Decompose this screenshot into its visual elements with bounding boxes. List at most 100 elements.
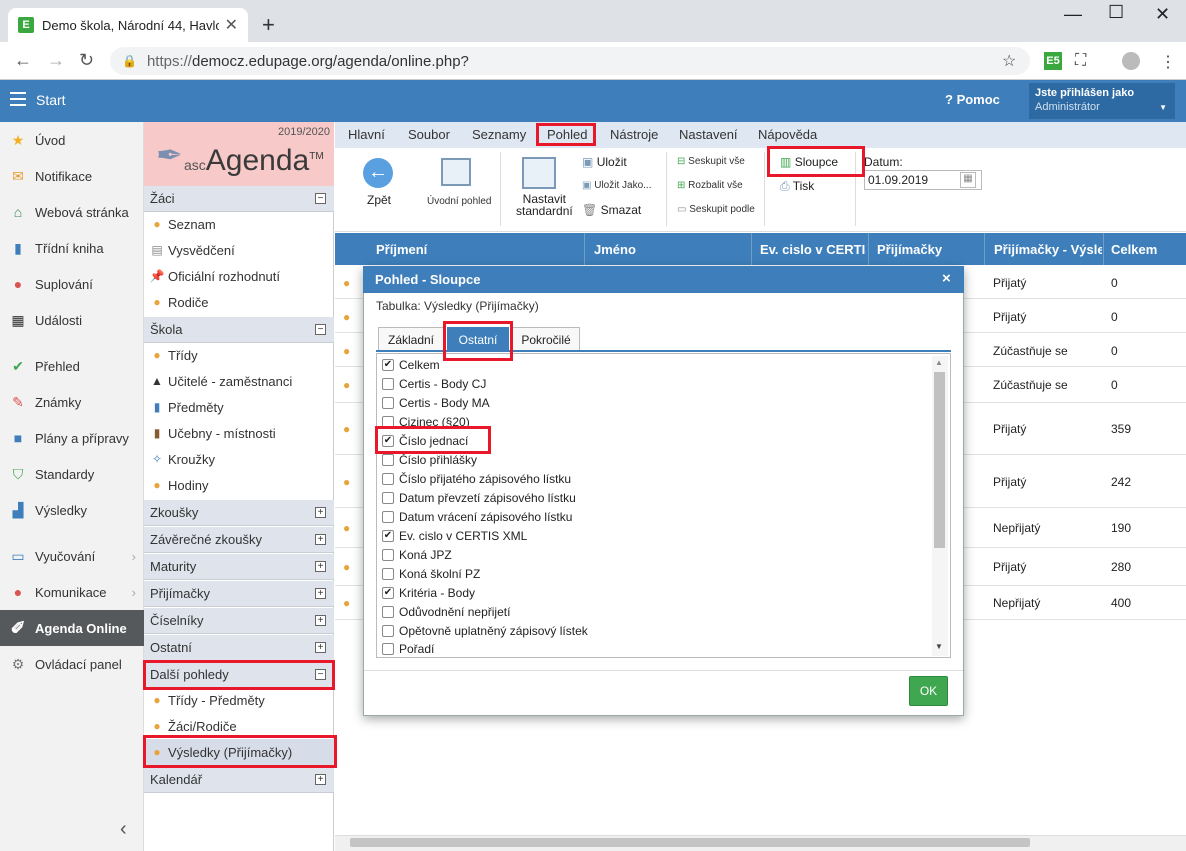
item-rodice[interactable]: ● Rodiče <box>144 289 334 315</box>
item-hodiny[interactable]: ● Hodiny <box>144 472 334 498</box>
nav-item-plany[interactable]: ■ Plány a přípravy <box>0 420 144 456</box>
calendar-picker-icon[interactable]: ▦ <box>960 172 976 188</box>
checkbox[interactable] <box>382 642 394 655</box>
scroll-up-icon[interactable]: ▲ <box>935 358 943 367</box>
extension-icon[interactable]: E5 <box>1044 52 1062 70</box>
checkbox[interactable] <box>382 605 394 618</box>
item-seznam[interactable]: ● Seznam <box>144 211 334 237</box>
col-prijimacky[interactable]: Přijímačky <box>877 242 942 257</box>
nav-item-notifikace[interactable]: ✉ Notifikace <box>0 158 144 194</box>
checkbox[interactable]: ✔ <box>382 434 394 447</box>
nav-item-vyucovani[interactable]: ▭ Vyučování › <box>0 538 144 574</box>
menu-seznamy[interactable]: Seznamy <box>472 127 526 142</box>
minimize-icon[interactable]: — <box>1064 4 1082 25</box>
column-option[interactable]: ✔ Číslo jednací <box>382 431 468 450</box>
item-ucebny[interactable]: ▮ Učebny - místnosti <box>144 420 334 446</box>
new-tab-icon[interactable]: + <box>262 12 275 38</box>
tab-pokrocile[interactable]: Pokročilé <box>512 327 580 351</box>
user-account-box[interactable]: Jste přihlášen jako Administrátor ▼ <box>1029 83 1175 119</box>
nav-item-ovladaci-panel[interactable]: ⚙ Ovládací panel <box>0 646 144 682</box>
column-option[interactable]: Odůvodnění nepřijetí <box>382 602 510 621</box>
nav-item-prehled[interactable]: ✔ Přehled <box>0 348 144 384</box>
item-tridy-predmety[interactable]: ● Třídy - Předměty <box>144 687 334 713</box>
seskupit-vse-button[interactable]: ⊟ Seskupit vše <box>677 156 745 167</box>
checkbox[interactable]: ✔ <box>382 358 394 371</box>
browser-menu-icon[interactable]: ⋮ <box>1160 52 1176 72</box>
section-zaverecne-zkousky[interactable]: Závěrečné zkoušky + <box>144 527 334 553</box>
vertical-scroll-thumb[interactable] <box>934 372 945 548</box>
screenshot-extension-icon[interactable]: ⛶ <box>1075 52 1086 70</box>
item-predmety[interactable]: ▮ Předměty <box>144 394 334 420</box>
nav-item-vysledky[interactable]: ▟ Výsledky <box>0 492 144 528</box>
column-option[interactable]: Koná JPZ <box>382 545 452 564</box>
back-icon[interactable]: ← <box>14 50 32 71</box>
smazat-button[interactable]: 🗑 Smazat <box>582 203 641 217</box>
column-option[interactable]: Číslo přihlášky <box>382 450 477 469</box>
tisk-button[interactable]: ⎙ Tisk <box>780 179 814 194</box>
ulozit-button[interactable]: ▣ Uložit <box>582 155 627 169</box>
item-ucitele[interactable]: ▲ Učitelé - zaměstnanci <box>144 368 334 394</box>
close-tab-icon[interactable]: ✕ <box>225 15 238 35</box>
nav-item-udalosti[interactable]: ▦ Události <box>0 302 144 338</box>
section-skola[interactable]: Škola − <box>144 317 334 343</box>
checkbox[interactable]: ✔ <box>382 586 394 599</box>
item-zaci-rodice[interactable]: ● Žáci/Rodiče <box>144 713 334 739</box>
checkbox[interactable] <box>382 491 394 504</box>
section-ostatni[interactable]: Ostatní + <box>144 635 334 661</box>
menu-napoveda[interactable]: Nápověda <box>758 127 817 142</box>
item-vysvedceni[interactable]: ▤ Vysvědčení <box>144 237 334 263</box>
help-button[interactable]: ? Pomoc <box>945 92 1000 107</box>
column-option[interactable]: Certis - Body MA <box>382 393 490 412</box>
item-tridy[interactable]: ● Třídy <box>144 342 334 368</box>
collapse-sidebar-icon[interactable]: ‹ <box>120 818 127 841</box>
expand-icon[interactable]: + <box>315 534 326 545</box>
item-vysledky-prijimacky[interactable]: ● Výsledky (Přijímačky) <box>144 739 334 765</box>
profile-avatar-icon[interactable] <box>1122 52 1140 70</box>
item-krouzky[interactable]: ✧ Kroužky <box>144 446 334 472</box>
browser-tab[interactable]: E Demo škola, Národní 44, Havlov ✕ <box>8 8 248 42</box>
column-option[interactable]: Opětovně uplatněný zápisový lístek <box>382 621 588 640</box>
tab-zakladni[interactable]: Základní <box>378 327 444 351</box>
seskupit-podle-button[interactable]: ▭ Seskupit podle <box>677 204 755 215</box>
section-maturity[interactable]: Maturity + <box>144 554 334 580</box>
horizontal-scroll-thumb[interactable] <box>350 838 1030 847</box>
nav-item-suplovani[interactable]: ● Suplování <box>0 266 144 302</box>
nav-item-tridni-kniha[interactable]: ▮ Třídní kniha <box>0 230 144 266</box>
tab-ostatni[interactable]: Ostatní <box>447 327 509 351</box>
checkbox[interactable] <box>382 415 394 428</box>
checkbox[interactable]: ✔ <box>382 529 394 542</box>
expand-icon[interactable]: + <box>315 774 326 785</box>
menu-pohled[interactable]: Pohled <box>547 127 587 142</box>
section-kalendar[interactable]: Kalendář + <box>144 767 334 793</box>
column-option[interactable]: Koná školní PZ <box>382 564 480 583</box>
collapse-icon[interactable]: − <box>315 669 326 680</box>
checkbox[interactable] <box>382 624 394 637</box>
nav-item-uvod[interactable]: ★ Úvod <box>0 122 144 158</box>
collapse-icon[interactable]: − <box>315 324 326 335</box>
item-rozhodnuti[interactable]: 📌 Oficiální rozhodnutí <box>144 263 334 289</box>
checkbox[interactable] <box>382 510 394 523</box>
column-option[interactable]: ✔ Celkem <box>382 355 440 374</box>
column-option[interactable]: Číslo přijatého zápisového lístku <box>382 469 571 488</box>
zpet-button[interactable]: Zpět <box>367 193 391 207</box>
start-label[interactable]: Start <box>36 92 66 108</box>
default-view-icon[interactable] <box>441 158 471 186</box>
nastavit-standardni-button[interactable]: Nastavit standardní <box>516 193 573 217</box>
column-option[interactable]: ✔ Kritéria - Body <box>382 583 475 602</box>
column-option[interactable]: Pořadí <box>382 639 434 658</box>
col-ev-cislo[interactable]: Ev. cislo v CERTIS <box>760 242 866 257</box>
col-prijimacky-vysledek[interactable]: Přijímačky - Výsled <box>994 242 1102 257</box>
section-zkousky[interactable]: Zkoušky + <box>144 500 334 526</box>
nav-item-agenda-online[interactable]: ✐ Agenda Online <box>0 610 144 646</box>
maximize-icon[interactable]: ☐ <box>1108 2 1124 23</box>
ulozit-jako-button[interactable]: ▣ Uložit Jako... <box>582 180 651 191</box>
bookmark-star-icon[interactable]: ☆ <box>1002 51 1016 71</box>
column-option[interactable]: Certis - Body CJ <box>382 374 486 393</box>
uvodni-pohled-button[interactable]: Úvodní pohled <box>427 196 492 207</box>
section-prijimacky[interactable]: Přijímačky + <box>144 581 334 607</box>
forward-icon[interactable]: → <box>47 50 65 71</box>
expand-icon[interactable]: + <box>315 561 326 572</box>
menu-soubor[interactable]: Soubor <box>408 127 450 142</box>
collapse-icon[interactable]: − <box>315 193 326 204</box>
menu-hlavni[interactable]: Hlavní <box>348 127 385 142</box>
